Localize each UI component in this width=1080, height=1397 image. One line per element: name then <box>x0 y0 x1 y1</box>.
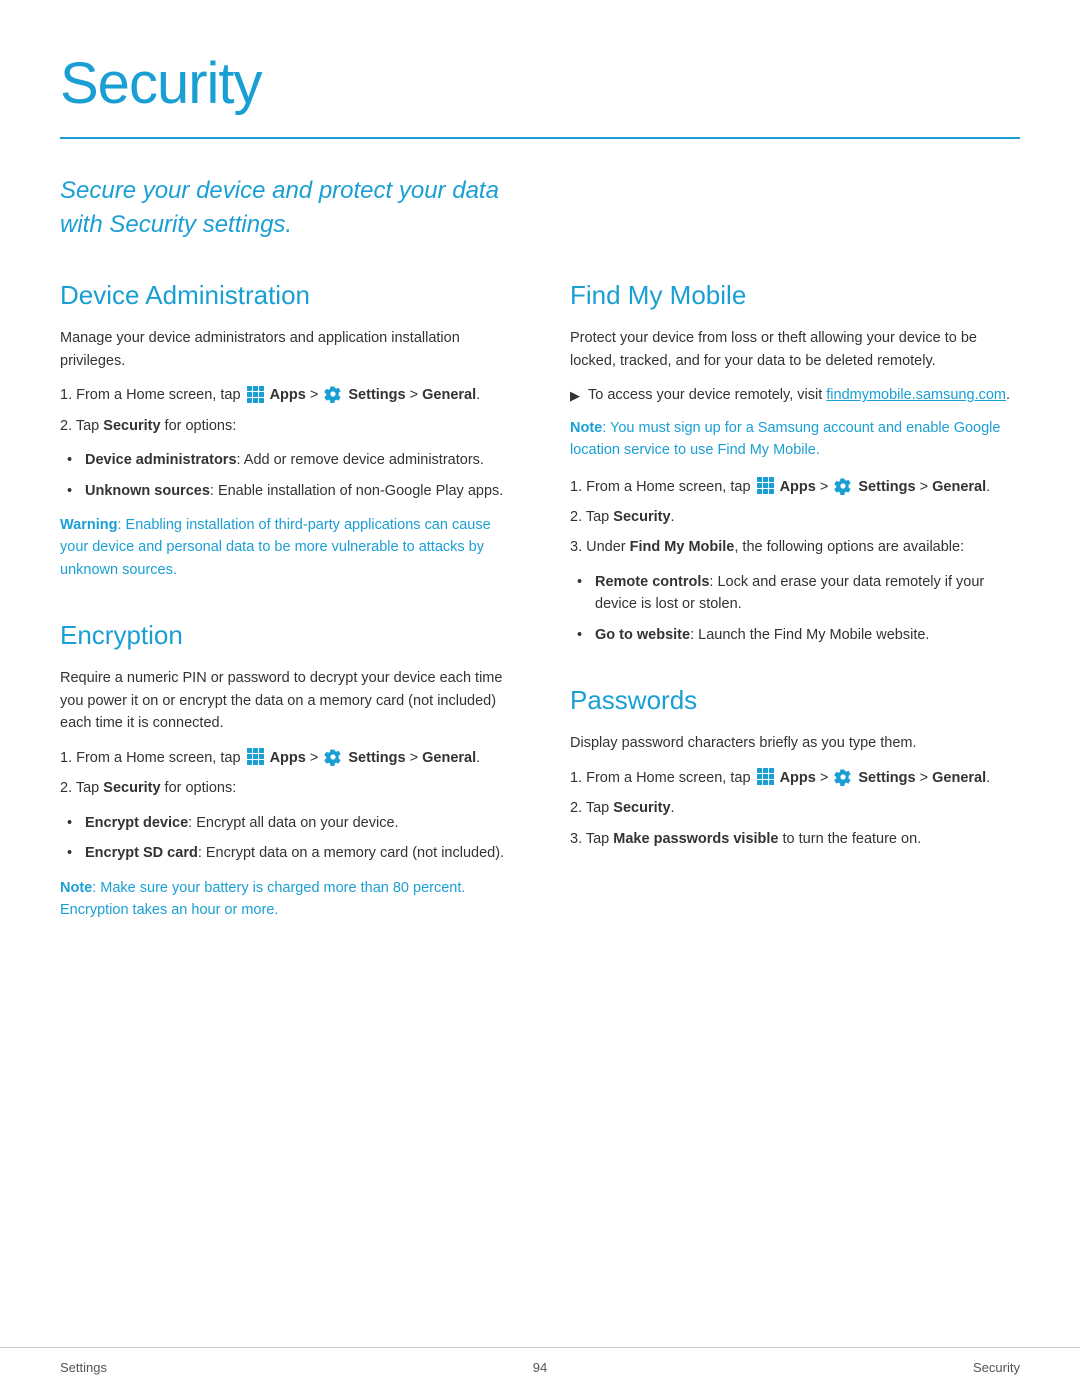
enc-step-1: From a Home screen, tap Apps > Settings … <box>60 747 510 769</box>
find-my-mobile-section: Find My Mobile Protect your device from … <box>570 276 1020 646</box>
passwords-section: Passwords Display password characters br… <box>570 681 1020 850</box>
step-1-device-admin: From a Home screen, tap Apps > Settings … <box>60 384 510 406</box>
settings-icon-pwd <box>834 768 852 786</box>
find-my-mobile-note: Note: You must sign up for a Samsung acc… <box>570 417 1020 462</box>
fmm-step-3: Under Find My Mobile, the following opti… <box>570 536 1020 558</box>
device-admin-bullets: Device administrators: Add or remove dev… <box>60 449 510 502</box>
page-container: Security Secure your device and protect … <box>0 0 1080 1037</box>
arrow-bullet-item: ▶ To access your device remotely, visit … <box>570 384 1020 406</box>
findmymobile-link[interactable]: findmymobile.samsung.com <box>826 387 1006 403</box>
page-footer: Settings 94 Security <box>0 1347 1080 1378</box>
enc-step-2: Tap Security for options: <box>60 777 510 799</box>
encrypt-sd-label: Encrypt SD card <box>85 845 198 861</box>
general-label-enc: General <box>422 750 476 766</box>
device-admin-body: Manage your device administrators and ap… <box>60 327 510 372</box>
security-label-pwd: Security <box>613 800 670 816</box>
bullet-encrypt-device: Encrypt device: Encrypt all data on your… <box>85 812 510 834</box>
apps-label-pwd: Apps <box>780 770 816 786</box>
fmm-bullets: Remote controls: Lock and erase your dat… <box>570 571 1020 646</box>
footer-left: Settings <box>60 1358 107 1378</box>
apps-label: Apps <box>270 387 306 403</box>
footer-center: 94 <box>533 1358 547 1378</box>
unknown-sources-label: Unknown sources <box>85 483 210 499</box>
encryption-note: Note: Make sure your battery is charged … <box>60 877 510 922</box>
settings-label-pwd: Settings <box>858 770 915 786</box>
col-left: Device Administration Manage your device… <box>60 276 510 956</box>
title-divider <box>60 137 1020 139</box>
device-admins-label: Device administrators <box>85 452 237 468</box>
settings-label-fmm: Settings <box>858 479 915 495</box>
footer-right: Security <box>973 1358 1020 1378</box>
device-admin-steps: From a Home screen, tap Apps > Settings … <box>60 384 510 437</box>
fmm-note-label: Note <box>570 420 602 436</box>
go-to-website-label: Go to website <box>595 627 690 643</box>
apps-icon <box>247 386 264 403</box>
two-col-layout: Device Administration Manage your device… <box>60 276 1020 956</box>
encryption-body: Require a numeric PIN or password to dec… <box>60 667 510 734</box>
general-label-fmm: General <box>932 479 986 495</box>
encryption-heading: Encryption <box>60 616 510 655</box>
apps-label-enc: Apps <box>270 750 306 766</box>
arrow-text: To access your device remotely, visit fi… <box>588 384 1010 406</box>
passwords-body: Display password characters briefly as y… <box>570 732 1020 754</box>
apps-label-fmm: Apps <box>780 479 816 495</box>
warning-label: Warning <box>60 517 117 533</box>
page-subtitle: Secure your device and protect your data… <box>60 174 500 241</box>
passwords-heading: Passwords <box>570 681 1020 720</box>
settings-icon <box>324 385 342 403</box>
fmm-step-1: From a Home screen, tap Apps > Settings … <box>570 476 1020 498</box>
apps-icon-fmm <box>757 477 774 494</box>
arrow-icon: ▶ <box>570 386 580 406</box>
general-label: General <box>422 387 476 403</box>
fmm-label: Find My Mobile <box>630 539 735 555</box>
security-label-fmm: Security <box>613 509 670 525</box>
pwd-step-2: Tap Security. <box>570 797 1020 819</box>
general-label-pwd: General <box>932 770 986 786</box>
apps-icon-enc <box>247 748 264 765</box>
security-label-enc: Security <box>103 780 160 796</box>
page-title: Security <box>60 40 1020 127</box>
bullet-remote-controls: Remote controls: Lock and erase your dat… <box>595 571 1020 616</box>
settings-label: Settings <box>348 387 405 403</box>
encryption-bullets: Encrypt device: Encrypt all data on your… <box>60 812 510 865</box>
device-admin-warning: Warning: Enabling installation of third-… <box>60 514 510 581</box>
pwd-step-3: Tap Make passwords visible to turn the f… <box>570 828 1020 850</box>
encrypt-device-label: Encrypt device <box>85 815 188 831</box>
enc-note-label: Note <box>60 880 92 896</box>
settings-icon-enc <box>324 748 342 766</box>
fmm-step-2: Tap Security. <box>570 506 1020 528</box>
enc-note-text: : Make sure your battery is charged more… <box>60 880 465 918</box>
device-admin-section: Device Administration Manage your device… <box>60 276 510 581</box>
bullet-go-to-website: Go to website: Launch the Find My Mobile… <box>595 624 1020 646</box>
apps-icon-pwd <box>757 768 774 785</box>
encryption-section: Encryption Require a numeric PIN or pass… <box>60 616 510 921</box>
make-passwords-label: Make passwords visible <box>613 831 778 847</box>
bullet-encrypt-sd: Encrypt SD card: Encrypt data on a memor… <box>85 842 510 864</box>
settings-icon-fmm <box>834 477 852 495</box>
passwords-steps: From a Home screen, tap Apps > Settings … <box>570 767 1020 850</box>
settings-label-enc: Settings <box>348 750 405 766</box>
col-right: Find My Mobile Protect your device from … <box>570 276 1020 956</box>
step-2-device-admin: Tap Security for options: <box>60 415 510 437</box>
device-admin-heading: Device Administration <box>60 276 510 315</box>
security-label-1: Security <box>103 418 160 434</box>
fmm-steps: From a Home screen, tap Apps > Settings … <box>570 476 1020 559</box>
encryption-steps: From a Home screen, tap Apps > Settings … <box>60 747 510 800</box>
find-my-mobile-heading: Find My Mobile <box>570 276 1020 315</box>
remote-controls-label: Remote controls <box>595 574 709 590</box>
fmm-note-text: : You must sign up for a Samsung account… <box>570 420 1000 458</box>
pwd-step-1: From a Home screen, tap Apps > Settings … <box>570 767 1020 789</box>
bullet-device-admins: Device administrators: Add or remove dev… <box>85 449 510 471</box>
bullet-unknown-sources: Unknown sources: Enable installation of … <box>85 480 510 502</box>
find-my-mobile-body: Protect your device from loss or theft a… <box>570 327 1020 372</box>
warning-text-content: : Enabling installation of third-party a… <box>60 517 491 578</box>
